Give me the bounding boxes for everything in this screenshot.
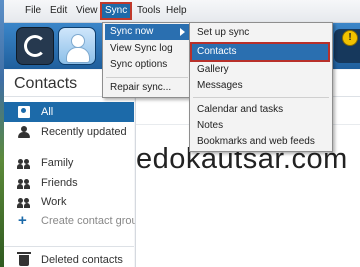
menu-separator xyxy=(106,77,188,78)
menu-item-notes[interactable]: Notes xyxy=(192,118,223,134)
sync-now-submenu: Set up sync Contacts Gallery Messages Ca… xyxy=(189,22,333,152)
group-icon xyxy=(17,157,30,169)
sidebar-title: Contacts xyxy=(14,75,78,92)
create-contact-group-button[interactable]: + Create contact group xyxy=(4,211,144,231)
menu-item-messages[interactable]: Messages xyxy=(192,78,243,94)
menu-separator xyxy=(193,42,329,43)
sidebar-item-deleted-contacts[interactable]: Deleted contacts xyxy=(4,250,134,267)
all-contacts-icon xyxy=(18,106,30,118)
sidebar-item-family[interactable]: Family xyxy=(4,153,134,173)
sidebar-item-label: Create contact group xyxy=(41,215,144,227)
sidebar-item-label: Friends xyxy=(41,177,78,189)
menu-tools[interactable]: Tools xyxy=(134,4,163,18)
menu-item-bookmarks-and-web-feeds[interactable]: Bookmarks and web feeds xyxy=(192,134,315,150)
group-icon xyxy=(17,196,30,208)
sidebar-item-label: Recently updated xyxy=(41,126,127,138)
sidebar-item-label: Family xyxy=(41,157,74,169)
menu-item-sync-now[interactable]: Sync now xyxy=(105,24,189,40)
trash-icon xyxy=(17,252,31,266)
contact-icon-head xyxy=(71,34,85,48)
sidebar-item-label: Work xyxy=(41,196,67,208)
menu-item-set-up-sync[interactable]: Set up sync xyxy=(192,25,249,41)
menu-sync[interactable]: Sync xyxy=(99,2,133,20)
sync-menu: Sync now View Sync log Sync options Repa… xyxy=(102,22,192,98)
divider xyxy=(4,246,134,247)
menu-item-gallery[interactable]: Gallery xyxy=(192,62,229,78)
warning-icon[interactable]: ! xyxy=(342,30,358,46)
sidebar-item-friends[interactable]: Friends xyxy=(4,173,134,193)
contacts-sidebar: Contacts All Recently updated Family Fri… xyxy=(4,70,144,267)
menu-item-repair-sync[interactable]: Repair sync... xyxy=(105,80,171,96)
sidebar-item-label: All xyxy=(41,106,54,118)
menu-bar: File Edit View Sync Tools Help xyxy=(4,0,360,23)
sidebar-item-recently-updated[interactable]: Recently updated xyxy=(4,122,134,142)
sync-icon xyxy=(24,35,46,57)
menu-item-view-sync-log[interactable]: View Sync log xyxy=(105,41,173,57)
group-icon xyxy=(17,177,30,189)
sync-app-button[interactable] xyxy=(16,27,54,65)
app-window: File Edit View Sync Tools Help ! Contact… xyxy=(4,0,360,267)
sidebar-item-work[interactable]: Work xyxy=(4,192,134,212)
menu-item-contacts[interactable]: Contacts xyxy=(190,42,330,62)
menu-file[interactable]: File xyxy=(22,4,44,18)
menu-separator xyxy=(193,97,329,98)
contacts-app-button[interactable] xyxy=(58,27,96,65)
menu-edit[interactable]: Edit xyxy=(47,4,70,18)
submenu-arrow-icon xyxy=(180,28,185,36)
recent-icon xyxy=(18,126,30,138)
menu-help[interactable]: Help xyxy=(163,4,190,18)
plus-icon: + xyxy=(18,212,27,229)
sidebar-item-all[interactable]: All xyxy=(4,102,134,122)
sidebar-item-label: Deleted contacts xyxy=(41,254,123,266)
menu-item-sync-options[interactable]: Sync options xyxy=(105,57,167,73)
menu-item-calendar-and-tasks[interactable]: Calendar and tasks xyxy=(192,102,283,118)
menu-item-label: Sync now xyxy=(110,26,154,37)
menu-view[interactable]: View xyxy=(73,4,101,18)
contact-icon-body xyxy=(66,47,90,63)
